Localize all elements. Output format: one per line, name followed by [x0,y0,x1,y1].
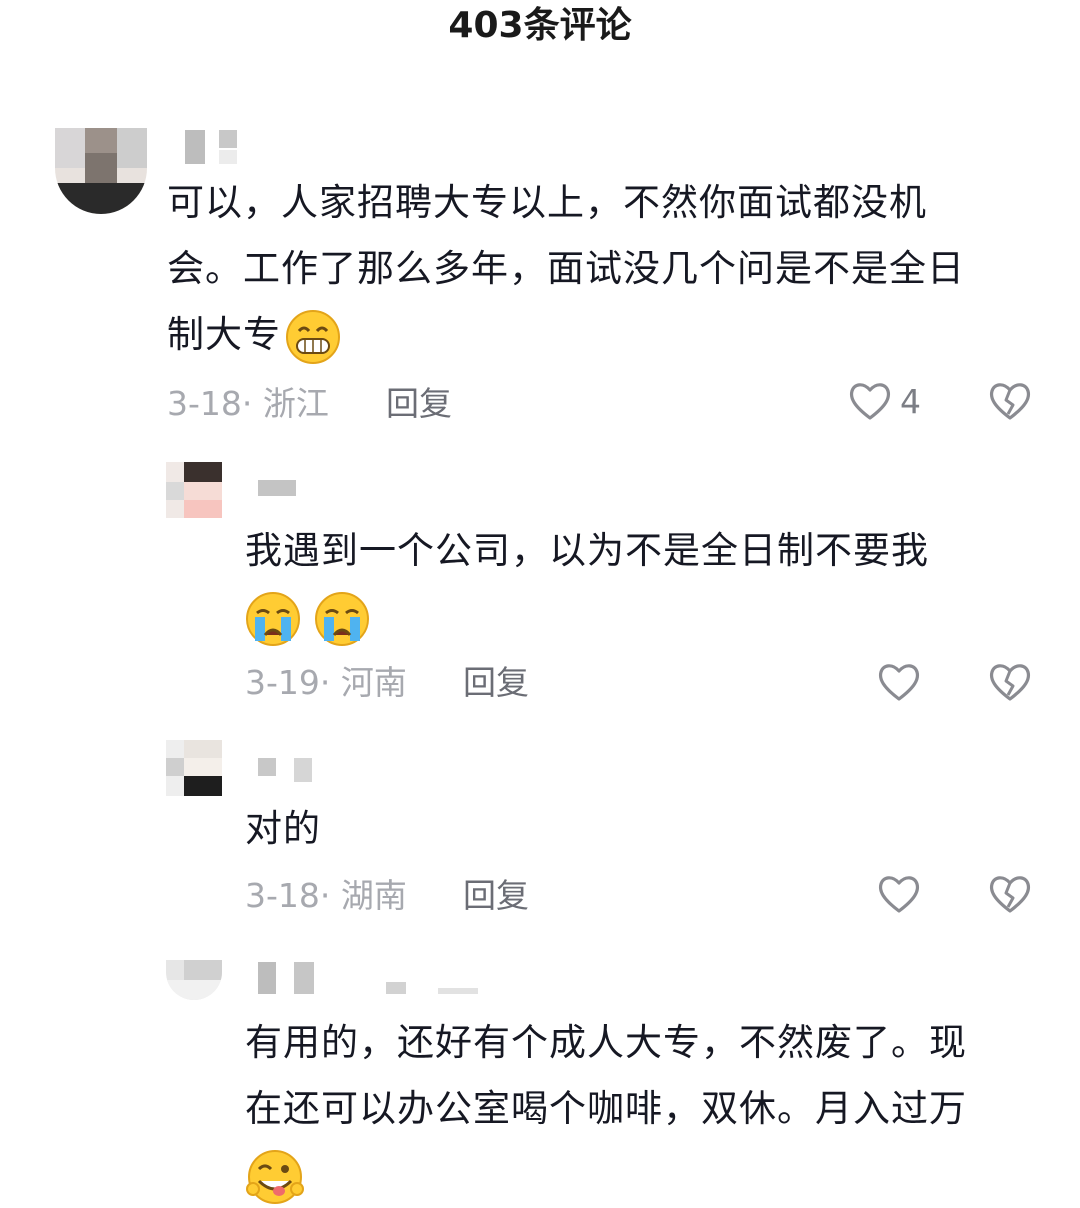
reply-button[interactable]: 回复 [386,384,452,424]
comment-count-title: 403条评论 [448,5,632,46]
broken-heart-icon [989,876,1031,913]
crying-emoji [314,591,369,646]
dislike-button[interactable] [988,380,1032,422]
broken-heart-icon [989,383,1031,420]
dislike-button[interactable] [988,661,1032,703]
username-blurred[interactable] [258,962,498,1002]
username-blurred[interactable] [258,758,318,798]
comment-text: 有用的，还好有个成人大专，不然废了。现 在还可以办公室喝个咖啡，双休。月入过万 [245,1010,1045,1208]
comment-location: · 浙江 [241,384,329,423]
comment-date: 3-18 [245,876,320,915]
comment-meta: 3-18· 湖南 [245,876,407,916]
reply-button[interactable]: 回复 [463,876,529,916]
username-blurred[interactable] [185,130,245,170]
comment-location: · 河南 [319,663,407,702]
avatar[interactable] [55,128,147,214]
comment-date: 3-18 [167,384,242,423]
comment-date: 3-19 [245,663,320,702]
winking-tongue-emoji [246,1149,304,1204]
reply-button[interactable]: 回复 [463,663,529,703]
comment-meta: 3-19· 河南 [245,663,407,703]
comment-text: 我遇到一个公司，以为不是全日制不要我 [245,518,1045,650]
username-blurred[interactable] [258,480,298,520]
like-button[interactable]: 4 [848,380,921,422]
heart-icon [878,664,920,701]
comment-text: 可以，人家招聘大专以上，不然你面试都没机 会。工作了那么多年，面试没几个问是不是… [167,170,1047,368]
broken-heart-icon [989,664,1031,701]
heart-icon [878,876,920,913]
comment-text: 对的 [245,807,321,850]
like-button[interactable] [877,661,921,703]
like-count: 4 [900,381,921,421]
avatar[interactable] [166,960,222,1000]
dislike-button[interactable] [988,873,1032,915]
avatar[interactable] [166,462,222,518]
avatar[interactable] [166,740,222,796]
grinning-squint-emoji [286,309,340,364]
comment-location: · 湖南 [319,876,407,915]
comment-meta: 3-18· 浙江 [167,384,329,424]
heart-icon [849,383,891,420]
crying-emoji [246,591,300,646]
like-button[interactable] [877,873,921,915]
